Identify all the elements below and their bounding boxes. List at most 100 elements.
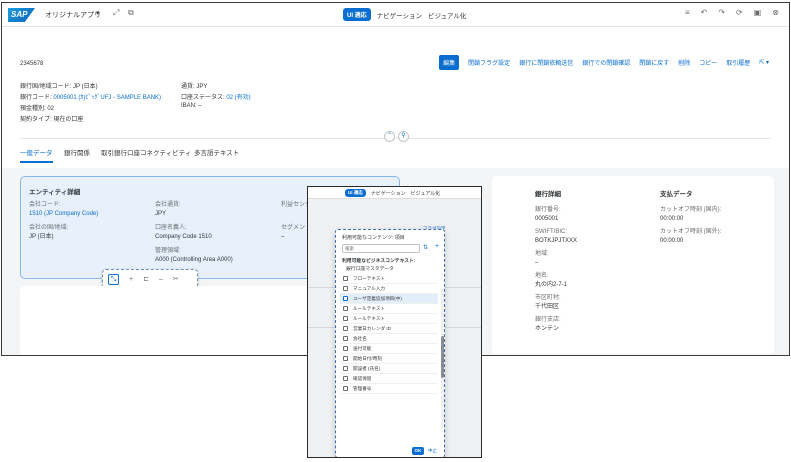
remove-icon[interactable]: –: [159, 276, 163, 283]
checkbox[interactable]: [343, 356, 348, 361]
ok-button[interactable]: OK: [412, 447, 424, 455]
controlling-area-field: 管理領域: A000 (Controlling Area A000): [155, 248, 233, 263]
company-code-field: 会社コード: 1510 (JP Company Code): [29, 202, 99, 219]
lower-section: [20, 286, 330, 355]
header-collapse-controls: ⌃ ⚲: [384, 131, 409, 142]
bank-code-link[interactable]: 0005001 (ｶ)ﾋﾞｯｸﾞUFJ - SAMPLE BANK): [53, 95, 161, 101]
cancel-button[interactable]: 中止: [428, 448, 437, 454]
search-input[interactable]: 検索: [342, 244, 420, 253]
shell-actions: ≡ ↶ ↷ ⟳ ▣ ⊗: [685, 8, 779, 17]
checkbox[interactable]: [343, 306, 348, 311]
app-title[interactable]: オリジナルアプリ: [45, 10, 101, 20]
header-actions: 編集 閉鎖フラグ設定 銀行に閉鎖依頼送信 銀行での閉鎖確認 閉鎖に戻す 削除 コ…: [439, 55, 769, 70]
checkbox[interactable]: [343, 346, 348, 351]
pin-header-icon[interactable]: ⚲: [398, 131, 409, 142]
revert-close-button[interactable]: 閉鎖に戻す: [639, 58, 669, 67]
checkbox[interactable]: [343, 336, 348, 341]
account-holder-field: 口座名義人: Company Code 1510: [155, 225, 212, 240]
tab-connectivity[interactable]: 取引銀行口座コネクティビティ: [101, 147, 191, 157]
list-item[interactable]: マニュアル入力: [340, 284, 438, 294]
list-item[interactable]: フローテキスト: [340, 274, 438, 284]
list-item[interactable]: ユーザ定義追加項目(中): [340, 294, 438, 304]
company-code-link[interactable]: 1510 (JP Company Code): [29, 210, 98, 219]
object-id: 2345678: [20, 61, 44, 67]
checkbox[interactable]: [343, 326, 348, 331]
cutoff-foreign-field: カットオフ時刻 (国外): 00:00:00: [660, 229, 722, 244]
entity-details-title: エンティティ詳細: [29, 189, 81, 196]
group-subheader: 銀行口座マスタデータ: [346, 267, 394, 272]
list-item[interactable]: 営業日カレンダ ID: [340, 324, 438, 334]
confirm-close-button[interactable]: 銀行での閉鎖確認: [582, 58, 630, 67]
tab-visualization[interactable]: ビジュアル化: [428, 9, 466, 20]
checkbox[interactable]: [343, 296, 348, 301]
list-item[interactable]: ルールテキスト: [340, 304, 438, 314]
branch-field: 銀行支店: ホンテン: [535, 317, 561, 332]
add-group-icon[interactable]: ⊏: [143, 275, 149, 283]
bank-number-field: 銀行番号: 0005001: [535, 207, 561, 222]
menu-icon[interactable]: ≡: [685, 8, 690, 17]
edit-button[interactable]: 編集: [439, 55, 460, 70]
copy-button[interactable]: コピー: [699, 58, 717, 67]
region-field: 地域: –: [535, 251, 549, 266]
street-field: 地名: 丸の内2-7-1: [535, 273, 568, 288]
header-field: 契約タイプ: 現在の口座: [20, 117, 84, 123]
list-scrollbar[interactable]: [441, 288, 444, 428]
header-field: 銀行国/地域コード: JP (日本): [20, 84, 98, 90]
checkbox[interactable]: [343, 366, 348, 371]
send-close-request-button[interactable]: 銀行に閉鎖依頼送信: [519, 58, 573, 67]
popup-tab-navigation[interactable]: ナビゲーション: [371, 190, 406, 197]
list-item[interactable]: 送付可能: [340, 344, 438, 354]
add-field-icon[interactable]: +: [129, 276, 133, 283]
popup-tab-ui-adaptation[interactable]: UI 適応: [345, 189, 366, 197]
tab-ui-adaptation[interactable]: UI 適応: [343, 8, 371, 21]
tab-multilingual-text[interactable]: 多言語テキスト: [194, 147, 239, 157]
list-item[interactable]: 管理番号: [340, 384, 438, 394]
list-item[interactable]: 開始日付/時刻: [340, 354, 438, 364]
set-close-flag-button[interactable]: 閉鎖フラグ設定: [468, 58, 510, 67]
delete-button[interactable]: 削除: [678, 58, 690, 67]
reset-icon[interactable]: ⟳: [736, 8, 743, 17]
sort-icon[interactable]: ⇅: [423, 244, 428, 251]
tab-navigation[interactable]: ナビゲーション: [377, 9, 422, 20]
share-icon[interactable]: ⇱ ▾: [759, 59, 769, 66]
checkbox[interactable]: [343, 276, 348, 281]
popover-title: 利用可能なコンテンツ: 項目: [342, 235, 405, 241]
checkbox[interactable]: [343, 286, 348, 291]
list-item[interactable]: ルールテキスト: [340, 314, 438, 324]
header-field: 銀行コード: 0005001 (ｶ)ﾋﾞｯｸﾞUFJ - SAMPLE BANK…: [20, 95, 162, 101]
cut-icon[interactable]: ✂: [173, 275, 179, 283]
scrollbar-thumb[interactable]: [441, 336, 444, 378]
add-icon[interactable]: +: [435, 243, 439, 250]
checkbox[interactable]: [343, 376, 348, 381]
popup-shell-bar: UI 適応 ナビゲーション ビジュアル化: [308, 187, 481, 199]
payment-data-title: 支払データ: [660, 191, 693, 198]
chevron-down-icon[interactable]: ▾: [96, 9, 100, 17]
list-item[interactable]: 確認保留: [340, 374, 438, 384]
redo-icon[interactable]: ↷: [718, 8, 725, 17]
collapse-header-icon[interactable]: ⌃: [384, 131, 395, 142]
city-field: 市区町村: 千代田区: [535, 295, 561, 310]
header-field: 預金種別: 02: [20, 106, 55, 112]
exit-icon[interactable]: ⊗: [772, 8, 779, 17]
list-item[interactable]: 会社名: [340, 334, 438, 344]
window-icon[interactable]: ⧉: [128, 8, 134, 18]
header-field: 通貨: JPY: [181, 84, 208, 90]
section-tabs: 一般データ 銀行関係 取引銀行口座コネクティビティ 多言語テキスト: [2, 143, 789, 163]
undo-icon[interactable]: ↶: [701, 8, 708, 17]
checkbox[interactable]: [343, 316, 348, 321]
list-item[interactable]: 開設者 (氏名): [340, 364, 438, 374]
swift-field: SWIFT/BIC: BOTKJPJTXXX: [535, 229, 578, 244]
account-status-link[interactable]: 02 (有効): [226, 95, 250, 101]
expand-icon[interactable]: ⤢: [113, 8, 119, 18]
history-button[interactable]: 取引履歴: [726, 58, 750, 67]
checkbox[interactable]: [343, 386, 348, 391]
popup-tab-visualization[interactable]: ビジュアル化: [411, 190, 441, 197]
group-header: 利用可能なビジネスコンテキスト:: [342, 259, 416, 264]
cutoff-domestic-field: カットオフ時刻 (国内): 00:00:00: [660, 207, 722, 222]
save-icon[interactable]: ▣: [754, 8, 762, 17]
select-icon[interactable]: ⤡: [108, 273, 119, 285]
company-currency-field: 会社通貨: JPY: [155, 202, 181, 217]
tab-general-data[interactable]: 一般データ: [20, 147, 53, 163]
header-field: IBAN: –: [181, 103, 202, 109]
tab-bank-relations[interactable]: 銀行関係: [64, 147, 90, 157]
